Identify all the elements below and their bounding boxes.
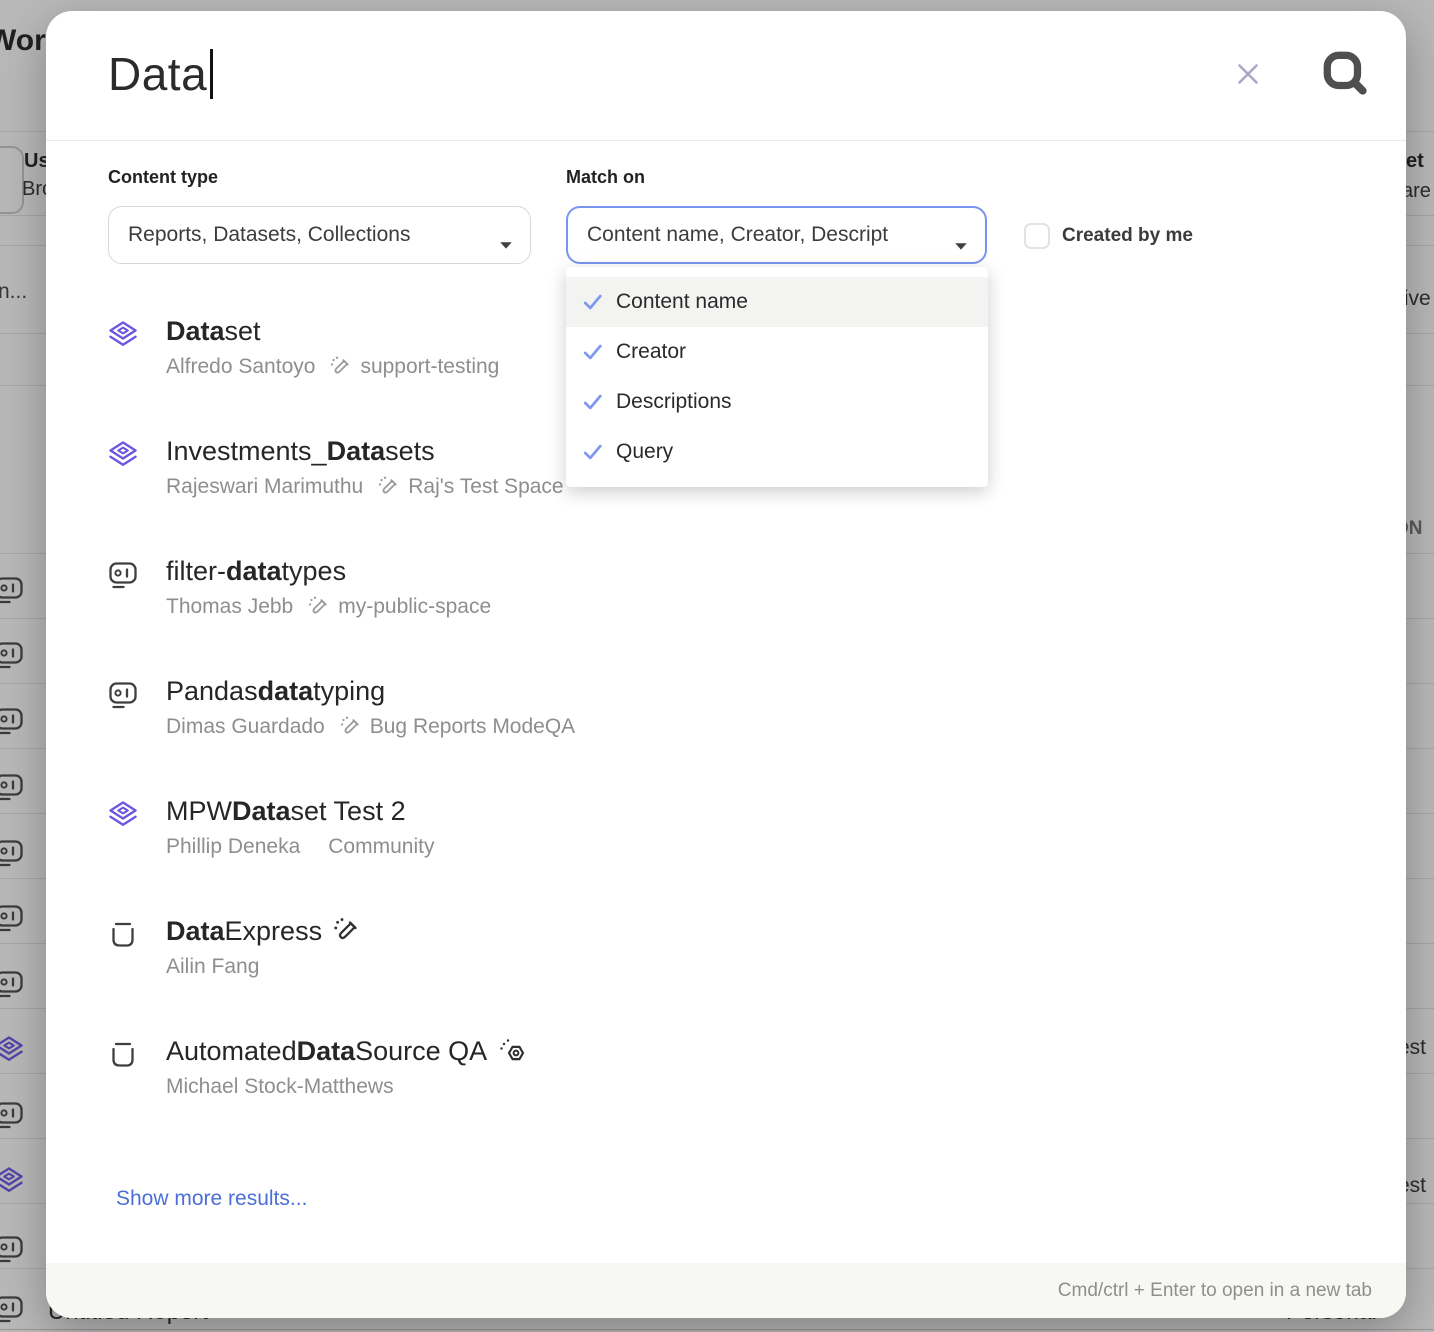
menu-item-descriptions[interactable]: Descriptions xyxy=(566,377,988,427)
result-space: Community xyxy=(328,835,434,859)
checkmark-icon xyxy=(582,341,604,363)
space-icon xyxy=(339,715,363,739)
menu-item-creator[interactable]: Creator xyxy=(566,327,988,377)
space-icon xyxy=(307,595,331,619)
match-on-menu: Content name Creator Descriptions Query xyxy=(566,267,988,487)
result-title: Investments_Datasets xyxy=(166,432,564,470)
search-icon[interactable] xyxy=(1320,48,1370,98)
created-by-me-label: Created by me xyxy=(1062,225,1193,247)
search-query-text: Data xyxy=(108,47,207,101)
result-meta: Thomas Jebb my-public-space xyxy=(166,595,491,619)
dataset-icon xyxy=(108,440,138,470)
keyboard-hint: Cmd/ctrl + Enter to open in a new tab xyxy=(1058,1280,1372,1302)
result-creator: Dimas Guardado xyxy=(166,715,325,739)
checkmark-icon xyxy=(582,441,604,463)
result-title: Automated Data Source QA xyxy=(166,1032,527,1070)
result-space: my-public-space xyxy=(338,595,491,619)
result-meta: Rajeswari Marimuthu Raj's Test Space xyxy=(166,475,564,499)
chevron-down-icon xyxy=(499,232,513,241)
space-icon xyxy=(377,475,401,499)
checkmark-icon xyxy=(582,391,604,413)
result-meta: Michael Stock-Matthews xyxy=(166,1075,527,1099)
result-creator: Ailin Fang xyxy=(166,955,259,979)
result-title: Dataset xyxy=(166,312,499,350)
result-space: support-testing xyxy=(360,355,499,379)
menu-item-content-name[interactable]: Content name xyxy=(566,277,988,327)
dataset-icon xyxy=(108,320,138,350)
match-on-value: Content name, Creator, Descript xyxy=(587,223,888,247)
collection-icon xyxy=(108,920,138,950)
result-title: filter-datatypes xyxy=(166,552,491,590)
result-creator: Rajeswari Marimuthu xyxy=(166,475,363,499)
collection-icon xyxy=(108,1040,138,1070)
search-result-row[interactable]: filter-datatypes Thomas Jebb my-public-s… xyxy=(46,552,1406,672)
result-title: MPW Dataset Test 2 xyxy=(166,792,434,830)
search-result-row[interactable]: Pandas data typing Dimas Guardado Bug Re… xyxy=(46,672,1406,792)
result-meta: Ailin Fang xyxy=(166,955,362,979)
search-result-row[interactable]: MPW Dataset Test 2 Phillip Deneka Commun… xyxy=(46,792,1406,912)
result-meta: Phillip Deneka Community xyxy=(166,835,434,859)
created-by-me-checkbox[interactable] xyxy=(1024,223,1050,249)
match-on-select[interactable]: Content name, Creator, Descript xyxy=(566,206,987,264)
result-meta: Alfredo Santoyo support-testing xyxy=(166,355,499,379)
search-modal: Data Content type Reports, Datasets, Col… xyxy=(46,11,1406,1318)
checkmark-icon xyxy=(582,291,604,313)
content-type-label: Content type xyxy=(108,167,218,188)
dataset-icon xyxy=(108,800,138,830)
result-creator: Phillip Deneka xyxy=(166,835,300,859)
modal-footer: Cmd/ctrl + Enter to open in a new tab xyxy=(46,1263,1406,1318)
result-space: Bug Reports ModeQA xyxy=(370,715,575,739)
text-cursor xyxy=(210,49,213,99)
header-divider xyxy=(46,140,1406,141)
chevron-down-icon xyxy=(954,233,968,242)
space-icon xyxy=(332,916,362,946)
result-creator: Michael Stock-Matthews xyxy=(166,1075,394,1099)
result-meta: Dimas Guardado Bug Reports ModeQA xyxy=(166,715,575,739)
menu-item-query[interactable]: Query xyxy=(566,427,988,477)
close-icon[interactable] xyxy=(1234,60,1262,88)
search-result-row[interactable]: Data Express Ailin Fang xyxy=(46,912,1406,1032)
search-input[interactable]: Data xyxy=(108,37,1146,111)
content-type-select[interactable]: Reports, Datasets, Collections xyxy=(108,206,531,264)
result-title: Pandas data typing xyxy=(166,672,575,710)
content-type-value: Reports, Datasets, Collections xyxy=(128,223,410,247)
report-icon xyxy=(108,680,138,710)
result-title: Data Express xyxy=(166,912,362,950)
result-space: Raj's Test Space xyxy=(408,475,563,499)
result-creator: Alfredo Santoyo xyxy=(166,355,315,379)
report-icon xyxy=(108,560,138,590)
search-result-row[interactable]: Automated Data Source QA Michael Stock-M… xyxy=(46,1032,1406,1152)
show-more-results-link[interactable]: Show more results... xyxy=(116,1187,307,1211)
definition-gear-icon xyxy=(497,1036,527,1066)
match-on-label: Match on xyxy=(566,167,645,188)
space-icon xyxy=(329,355,353,379)
result-creator: Thomas Jebb xyxy=(166,595,293,619)
